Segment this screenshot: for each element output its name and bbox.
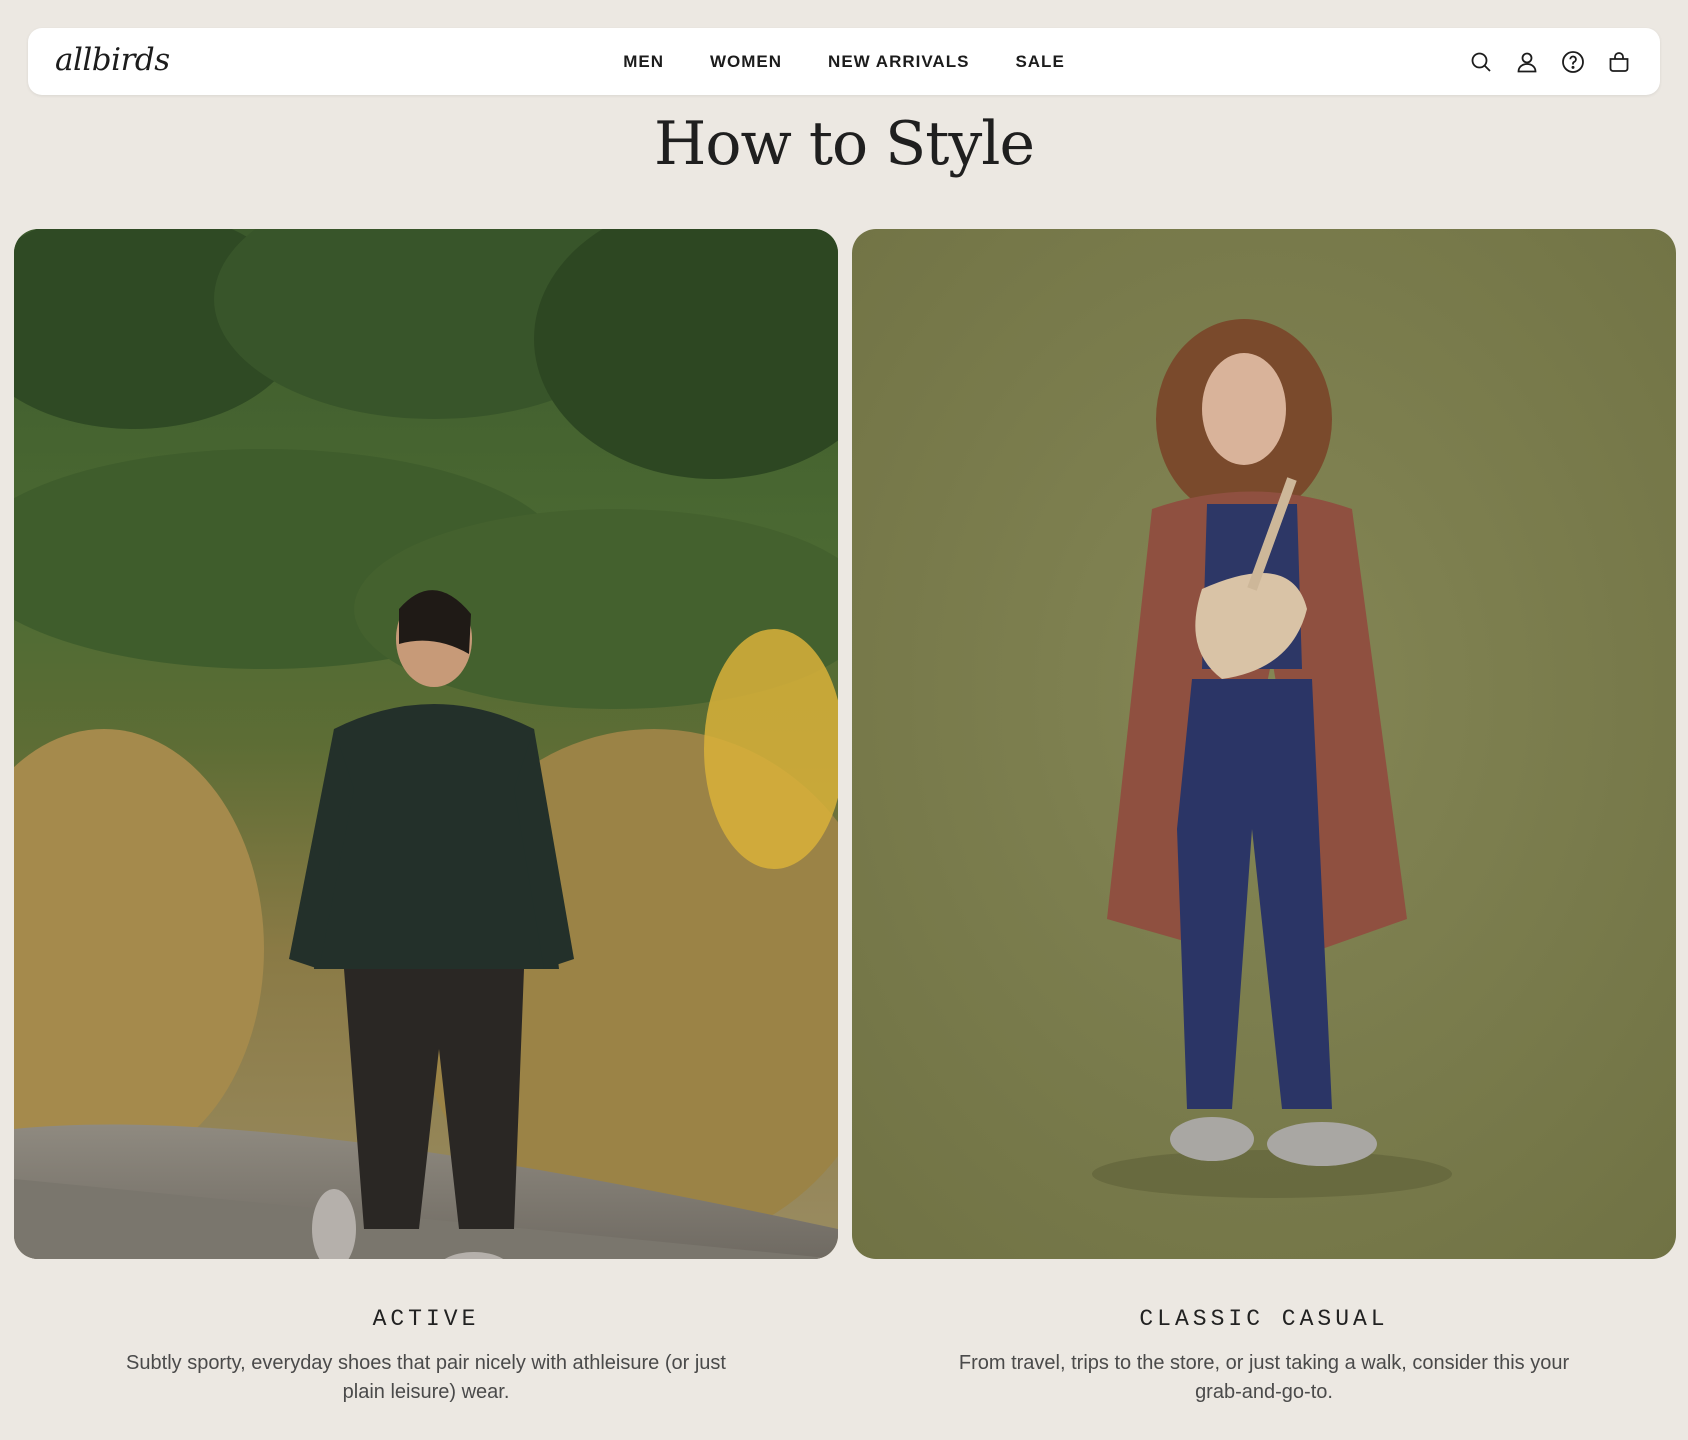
help-icon[interactable] (1560, 49, 1586, 75)
cart-icon[interactable] (1606, 49, 1632, 75)
account-icon[interactable] (1514, 49, 1540, 75)
style-description-active: Subtly sporty, everyday shoes that pair … (126, 1352, 726, 1403)
nav-item-women[interactable]: WOMEN (710, 52, 782, 72)
style-card-active: ACTIVE Subtly sporty, everyday shoes tha… (14, 229, 838, 1407)
nav-item-men[interactable]: MEN (623, 52, 664, 72)
main-nav: MEN WOMEN NEW ARRIVALS SALE (28, 28, 1660, 95)
style-description-classic-casual: From travel, trips to the store, or just… (958, 1352, 1570, 1403)
style-card-classic-casual: CLASSIC CASUAL From travel, trips to the… (852, 229, 1676, 1407)
style-title-active: ACTIVE (372, 1306, 480, 1332)
nav-item-sale[interactable]: SALE (1015, 52, 1064, 72)
header-icons (1468, 28, 1632, 95)
page-title: How to Style (654, 109, 1035, 179)
style-image-active[interactable] (14, 229, 838, 1259)
nav-item-new-arrivals[interactable]: NEW ARRIVALS (828, 52, 969, 72)
allbirds-logo[interactable]: allbirds (55, 38, 170, 82)
style-title-classic-casual: CLASSIC CASUAL (1139, 1306, 1389, 1332)
style-image-classic-casual[interactable] (852, 229, 1676, 1259)
search-icon[interactable] (1468, 49, 1494, 75)
site-header: allbirds MEN WOMEN NEW ARRIVALS SALE (28, 28, 1660, 95)
